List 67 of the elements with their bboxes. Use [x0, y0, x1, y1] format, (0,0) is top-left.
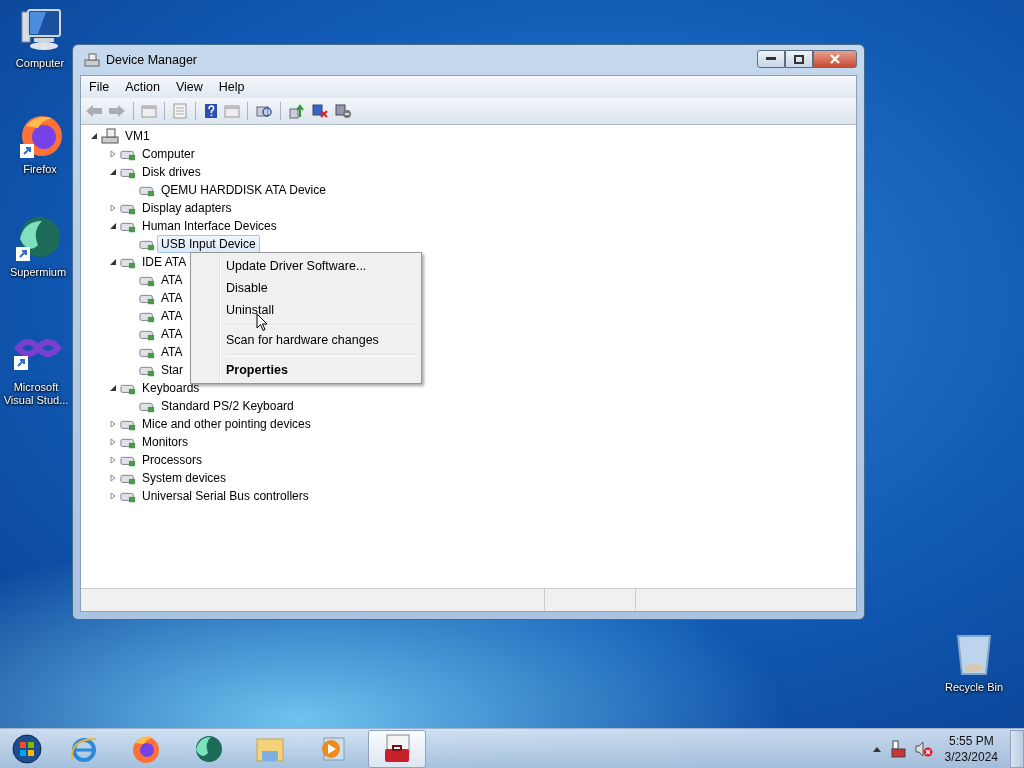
tree-item[interactable]: ATA — [157, 343, 187, 361]
tree-item[interactable]: Monitors — [138, 433, 192, 451]
context-menu-item[interactable]: Properties — [193, 359, 419, 381]
expand-arrow-icon[interactable] — [109, 474, 117, 482]
context-menu-item[interactable]: Disable — [193, 277, 419, 299]
desktop-icon-label[interactable]: Microsoft Visual Stud... — [0, 381, 72, 407]
context-menu-item[interactable]: Scan for hardware changes — [193, 329, 419, 351]
context-menu-item[interactable]: Update Driver Software... — [193, 255, 419, 277]
expand-arrow-icon[interactable] — [109, 150, 117, 158]
tree-item[interactable]: Keyboards — [138, 379, 204, 397]
expand-arrow-icon[interactable] — [109, 492, 117, 500]
taskbar-button[interactable] — [368, 729, 426, 768]
tree-item[interactable]: VM1 — [121, 127, 154, 145]
maximize-icon — [794, 54, 804, 64]
desktop-icon-label[interactable]: Recycle Bin — [944, 681, 1004, 694]
tree-item[interactable]: System devices — [138, 469, 231, 487]
minimize-icon — [766, 57, 776, 61]
expand-arrow-icon[interactable] — [109, 420, 117, 428]
tree-item[interactable]: Universal Serial Bus controllers — [138, 487, 313, 505]
tree-item[interactable]: ATA — [157, 307, 187, 325]
expand-arrow-icon[interactable] — [109, 456, 117, 464]
window-title: Device Manager — [106, 53, 197, 67]
tree-item[interactable]: Standard PS/2 Keyboard — [157, 397, 298, 415]
show-hidden-icons-icon[interactable] — [872, 745, 881, 752]
speaker-muted-icon[interactable] — [914, 739, 933, 758]
tree-item[interactable]: Star — [157, 361, 187, 379]
menu-item[interactable]: Help — [210, 80, 253, 94]
tree-item[interactable]: Human Interface Devices — [138, 217, 281, 235]
desktop-icon-label[interactable]: Firefox — [23, 163, 57, 176]
tree-item[interactable]: ATA — [157, 289, 187, 307]
tree-item[interactable]: Mice and other pointing devices — [138, 415, 315, 433]
menu-item[interactable]: Action — [117, 80, 168, 94]
menu-item[interactable]: File — [81, 80, 118, 94]
tree-item[interactable]: ATA — [157, 325, 187, 343]
scan-icon[interactable] — [255, 103, 273, 119]
desktop-icon-label[interactable]: Computer — [15, 57, 65, 70]
close-icon — [830, 54, 840, 64]
network-icon[interactable] — [888, 739, 907, 758]
tree-item[interactable]: USB Input Device — [157, 235, 260, 253]
expand-arrow-icon[interactable] — [109, 204, 117, 212]
computer-icon — [101, 128, 119, 144]
tree-item[interactable]: IDE ATA — [138, 253, 191, 271]
collapse-arrow-icon[interactable] — [109, 168, 117, 176]
close-button[interactable] — [813, 50, 857, 68]
collapse-arrow-icon[interactable] — [90, 132, 98, 140]
maximize-button[interactable] — [785, 50, 813, 68]
clock-time[interactable]: 5:55 PM — [948, 732, 994, 749]
uninstall-icon[interactable] — [311, 103, 329, 119]
menu-item[interactable]: View — [167, 80, 211, 94]
collapse-arrow-icon[interactable] — [109, 258, 117, 266]
context-menu-item[interactable]: Uninstall — [193, 299, 419, 321]
help-icon[interactable] — [203, 103, 219, 119]
tree-item[interactable]: QEMU HARDDISK ATA Device — [157, 181, 330, 199]
update-driver-icon[interactable] — [288, 103, 306, 119]
tree-item[interactable]: Processors — [138, 451, 207, 469]
clock-date[interactable]: 3/23/2024 — [944, 748, 998, 765]
disable-icon[interactable] — [334, 103, 352, 119]
tree-item[interactable]: ATA — [157, 271, 187, 289]
tree-item[interactable]: Disk drives — [138, 163, 205, 181]
collapse-arrow-icon[interactable] — [109, 384, 117, 392]
minimize-button[interactable] — [757, 50, 785, 68]
device-manager-icon — [84, 52, 100, 68]
expand-arrow-icon[interactable] — [109, 438, 117, 446]
desktop-icon-label[interactable]: Supermium — [9, 266, 67, 279]
tree-item[interactable]: Display adapters — [138, 199, 236, 217]
tree-item[interactable]: Computer — [138, 145, 199, 163]
collapse-arrow-icon[interactable] — [109, 222, 117, 230]
